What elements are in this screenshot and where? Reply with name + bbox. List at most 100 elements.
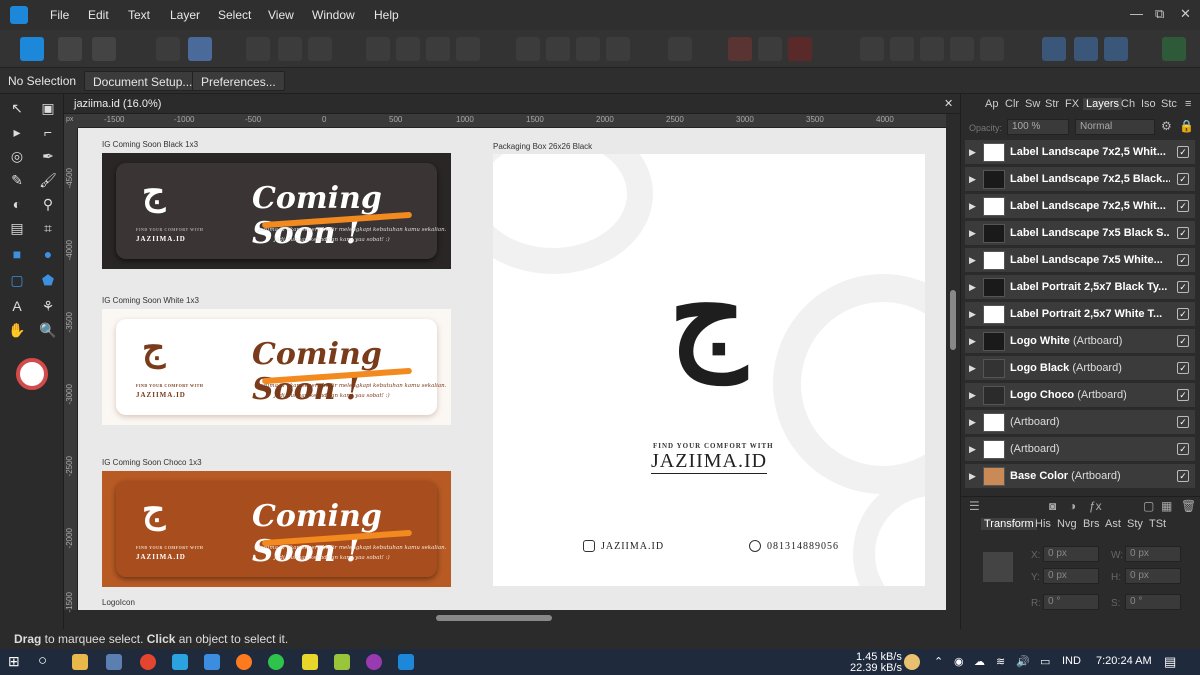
- align-icon[interactable]: [668, 37, 692, 61]
- sticky-notes-icon[interactable]: [302, 654, 318, 670]
- document-tab[interactable]: jaziima.id (16.0%) ✕: [64, 94, 960, 114]
- rotate-right-icon[interactable]: [606, 37, 630, 61]
- app-icon-3[interactable]: [366, 654, 382, 670]
- menu-layer[interactable]: Layer: [170, 8, 200, 22]
- expand-arrow-icon[interactable]: ▶: [969, 471, 976, 482]
- wifi-icon[interactable]: ≋: [996, 655, 1005, 668]
- tab-styles[interactable]: Sty: [1127, 518, 1143, 530]
- tab-transform[interactable]: Transform: [981, 518, 1037, 530]
- language-indicator[interactable]: IND: [1062, 655, 1081, 667]
- insert-top-icon[interactable]: [1074, 37, 1098, 61]
- expand-arrow-icon[interactable]: ▶: [969, 309, 976, 320]
- layer-row[interactable]: ▶ Label Landscape 7x5 Black S... ✓: [965, 221, 1195, 246]
- boolean-xor-icon[interactable]: [950, 37, 974, 61]
- color-picker-icon[interactable]: ⚘: [38, 296, 58, 316]
- boolean-divide-icon[interactable]: [980, 37, 1004, 61]
- rotation-input[interactable]: 0 °: [1043, 594, 1099, 610]
- fx-icon[interactable]: ƒx: [1089, 499, 1102, 513]
- rounded-rect-tool-icon[interactable]: ▢: [7, 270, 27, 290]
- boolean-intersect-icon[interactable]: [920, 37, 944, 61]
- minimize-icon[interactable]: —: [1130, 6, 1143, 21]
- tab-stock[interactable]: Stc: [1161, 98, 1177, 110]
- designer-persona-icon[interactable]: [20, 37, 44, 61]
- shear-input[interactable]: 0 °: [1125, 594, 1181, 610]
- layer-row[interactable]: ▶ Label Landscape 7x5 White... ✓: [965, 248, 1195, 273]
- rotate-left-icon[interactable]: [576, 37, 600, 61]
- cloud-icon[interactable]: ☁: [974, 655, 985, 668]
- close-document-icon[interactable]: ✕: [944, 97, 953, 110]
- app-icon-2[interactable]: [334, 654, 350, 670]
- layer-row[interactable]: ▶ (Artboard) ✓: [965, 410, 1195, 435]
- layer-row[interactable]: ▶ Label Landscape 7x2,5 Whit... ✓: [965, 194, 1195, 219]
- menu-help[interactable]: Help: [374, 8, 399, 22]
- arrange-back-icon[interactable]: [366, 37, 390, 61]
- hand-tool-icon[interactable]: ✋: [7, 320, 27, 340]
- artboard-ig-black[interactable]: ج FIND YOUR COMFORT WITH JAZIIMA.ID Comi…: [102, 153, 451, 269]
- blend-mode-select[interactable]: Normal: [1075, 119, 1155, 135]
- layer-row[interactable]: ▶ Label Portrait 2,5x7 Black Ty... ✓: [965, 275, 1195, 300]
- visibility-checkbox[interactable]: ✓: [1177, 146, 1189, 158]
- point-transform-icon[interactable]: ◎: [7, 146, 27, 166]
- place-image-icon[interactable]: ▤: [7, 218, 27, 238]
- grid-icon[interactable]: [728, 37, 752, 61]
- visibility-checkbox[interactable]: ✓: [1177, 470, 1189, 482]
- y-input[interactable]: 0 px: [1043, 568, 1099, 584]
- transform-origin-icon[interactable]: [308, 37, 332, 61]
- insert-behind-icon[interactable]: [1042, 37, 1066, 61]
- layer-row[interactable]: ▶ Label Landscape 7x2,5 Black... ✓: [965, 167, 1195, 192]
- flip-vertical-icon[interactable]: [546, 37, 570, 61]
- layer-row[interactable]: ▶ Logo Black (Artboard) ✓: [965, 356, 1195, 381]
- chrome-icon[interactable]: [140, 654, 156, 670]
- file-explorer-icon[interactable]: [72, 654, 88, 670]
- text-tool-icon[interactable]: A: [7, 296, 27, 316]
- x-input[interactable]: 0 px: [1043, 546, 1099, 562]
- clock[interactable]: 7:20:24 AM: [1096, 655, 1152, 667]
- lock-icon[interactable]: 🔒: [1179, 119, 1194, 133]
- delete-layer-icon[interactable]: 🗑: [1181, 499, 1196, 513]
- expand-arrow-icon[interactable]: ▶: [969, 363, 976, 374]
- tab-character[interactable]: Ch: [1121, 98, 1135, 110]
- select-bbox-icon[interactable]: [278, 37, 302, 61]
- layer-row[interactable]: ▶ Base Color (Artboard) ✓: [965, 464, 1195, 489]
- expand-arrow-icon[interactable]: ▶: [969, 228, 976, 239]
- expand-arrow-icon[interactable]: ▶: [969, 201, 976, 212]
- tab-assets[interactable]: Ast: [1105, 518, 1121, 530]
- layer-row[interactable]: ▶ Label Landscape 7x2,5 Whit... ✓: [965, 140, 1195, 165]
- visibility-checkbox[interactable]: ✓: [1177, 254, 1189, 266]
- expand-arrow-icon[interactable]: ▶: [969, 444, 976, 455]
- notifications-icon[interactable]: ▤: [1164, 654, 1176, 670]
- search-icon[interactable]: ○: [38, 652, 47, 669]
- layers-stack-icon[interactable]: ☰: [969, 499, 980, 513]
- select-artboard-icon[interactable]: [246, 37, 270, 61]
- expand-arrow-icon[interactable]: ▶: [969, 336, 976, 347]
- corner-tool-icon[interactable]: ⌐: [38, 122, 58, 142]
- visibility-checkbox[interactable]: ✓: [1177, 416, 1189, 428]
- tab-color[interactable]: Clr: [1005, 98, 1019, 110]
- crop-tool-icon[interactable]: ⌗: [38, 218, 58, 238]
- tab-brushes[interactable]: Brs: [1083, 518, 1100, 530]
- polygon-tool-icon[interactable]: ⬟: [38, 270, 58, 290]
- pixel-persona-icon[interactable]: [58, 37, 82, 61]
- volume-icon[interactable]: 🔊: [1016, 655, 1030, 668]
- tab-layers[interactable]: Layers: [1083, 98, 1123, 110]
- transparency-tool-icon[interactable]: ⚲: [38, 194, 58, 214]
- arrange-backward-icon[interactable]: [396, 37, 420, 61]
- menu-window[interactable]: Window: [312, 8, 355, 22]
- visibility-checkbox[interactable]: ✓: [1177, 362, 1189, 374]
- insert-inside-icon[interactable]: [1104, 37, 1128, 61]
- affinity-taskbar-icon[interactable]: [398, 654, 414, 670]
- toggle-icon[interactable]: [188, 37, 212, 61]
- windows-start-icon[interactable]: ⊞: [8, 653, 20, 670]
- tray-app-icon[interactable]: ◉: [954, 655, 964, 668]
- chevron-up-icon[interactable]: ⌃: [934, 655, 943, 668]
- move-tool-icon[interactable]: ↖: [7, 98, 27, 118]
- visibility-checkbox[interactable]: ✓: [1177, 200, 1189, 212]
- expand-arrow-icon[interactable]: ▶: [969, 390, 976, 401]
- tab-appearance[interactable]: Ap: [985, 98, 998, 110]
- expand-arrow-icon[interactable]: ▶: [969, 417, 976, 428]
- mask-icon[interactable]: ◙: [1049, 499, 1056, 513]
- expand-arrow-icon[interactable]: ▶: [969, 147, 976, 158]
- tab-history[interactable]: His: [1035, 518, 1051, 530]
- tab-swatches[interactable]: Sw: [1025, 98, 1040, 110]
- artboard-ig-white[interactable]: ج FIND YOUR COMFORT WITH JAZIIMA.ID Comi…: [102, 309, 451, 425]
